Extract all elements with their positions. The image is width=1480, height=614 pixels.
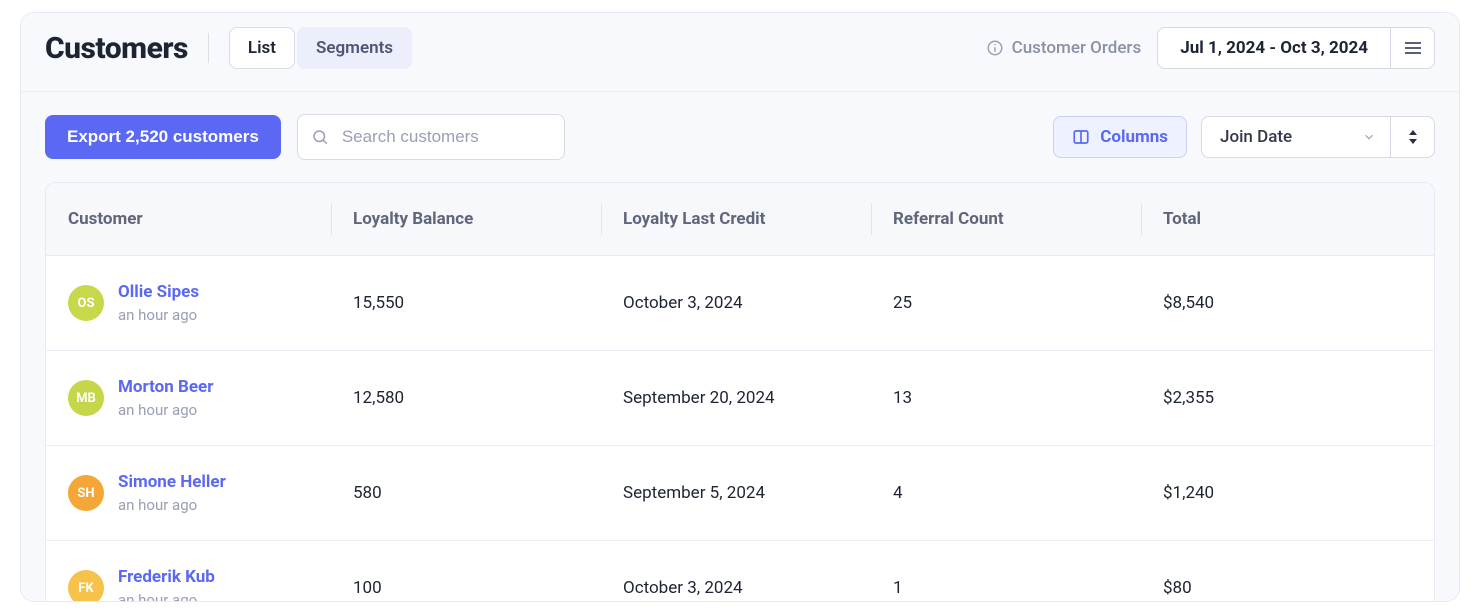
cell-loyalty-balance: 12,580 bbox=[331, 362, 601, 434]
columns-button[interactable]: Columns bbox=[1053, 116, 1187, 158]
table-row[interactable]: OS Ollie Sipes an hour ago 15,550October 3,… bbox=[46, 256, 1434, 351]
sort-icon bbox=[1407, 129, 1419, 145]
sort-direction-button[interactable] bbox=[1391, 116, 1435, 158]
sort-label: Join Date bbox=[1220, 127, 1292, 147]
avatar: FK bbox=[68, 570, 104, 602]
customer-orders-link[interactable]: Customer Orders bbox=[986, 38, 1142, 58]
columns-icon bbox=[1072, 128, 1090, 146]
cell-referral-count: 4 bbox=[871, 457, 1141, 529]
table-header: Customer Loyalty Balance Loyalty Last Cr… bbox=[46, 183, 1434, 256]
date-range-menu-button[interactable] bbox=[1391, 27, 1435, 69]
customer-name-link[interactable]: Simone Heller bbox=[118, 472, 226, 492]
cell-loyalty-last-credit: October 3, 2024 bbox=[601, 552, 871, 602]
search-input[interactable] bbox=[297, 114, 565, 160]
toolbar: Export 2,520 customers Columns Joi bbox=[21, 92, 1459, 182]
sort-select[interactable]: Join Date bbox=[1201, 116, 1391, 158]
cell-loyalty-balance: 580 bbox=[331, 457, 601, 529]
cell-total: $8,540 bbox=[1141, 267, 1434, 339]
columns-label: Columns bbox=[1100, 127, 1168, 147]
cell-loyalty-last-credit: September 20, 2024 bbox=[601, 362, 871, 434]
cell-referral-count: 13 bbox=[871, 362, 1141, 434]
tab-list[interactable]: List bbox=[229, 27, 295, 69]
table-row[interactable]: MB Morton Beer an hour ago 12,580September … bbox=[46, 351, 1434, 446]
sort-group: Join Date bbox=[1201, 116, 1435, 158]
tab-segments[interactable]: Segments bbox=[297, 27, 412, 69]
cell-customer: SH Simone Heller an hour ago bbox=[46, 446, 331, 540]
customer-subtext: an hour ago bbox=[118, 306, 199, 324]
table-row[interactable]: SH Simone Heller an hour ago 580September 5… bbox=[46, 446, 1434, 541]
customer-orders-label: Customer Orders bbox=[1012, 38, 1142, 58]
cell-referral-count: 1 bbox=[871, 552, 1141, 602]
cell-customer: MB Morton Beer an hour ago bbox=[46, 351, 331, 445]
avatar: MB bbox=[68, 380, 104, 416]
customer-subtext: an hour ago bbox=[118, 496, 226, 514]
avatar: OS bbox=[68, 285, 104, 321]
th-loyalty-balance[interactable]: Loyalty Balance bbox=[331, 183, 601, 255]
search-wrap bbox=[297, 114, 565, 160]
view-tabs: List Segments bbox=[229, 27, 412, 69]
customer-name-link[interactable]: Morton Beer bbox=[118, 377, 213, 397]
chevron-down-icon bbox=[1362, 130, 1376, 144]
cell-loyalty-balance: 100 bbox=[331, 552, 601, 602]
date-range-button[interactable]: Jul 1, 2024 - Oct 3, 2024 bbox=[1157, 27, 1391, 69]
cell-total: $2,355 bbox=[1141, 362, 1434, 434]
cell-loyalty-last-credit: October 3, 2024 bbox=[601, 267, 871, 339]
th-customer[interactable]: Customer bbox=[46, 183, 331, 255]
export-button[interactable]: Export 2,520 customers bbox=[45, 115, 281, 159]
table-body: OSOllie Sipesan hour ago15,550October 3,… bbox=[46, 256, 1434, 602]
th-loyalty-last-credit[interactable]: Loyalty Last Credit bbox=[601, 183, 871, 255]
menu-icon bbox=[1405, 42, 1421, 54]
cell-total: $80 bbox=[1141, 552, 1434, 602]
cell-referral-count: 25 bbox=[871, 267, 1141, 339]
toolbar-right: Columns Join Date bbox=[1053, 116, 1435, 158]
avatar: SH bbox=[68, 475, 104, 511]
customer-subtext: an hour ago bbox=[118, 591, 215, 602]
customers-table: Customer Loyalty Balance Loyalty Last Cr… bbox=[45, 182, 1435, 602]
cell-loyalty-balance: 15,550 bbox=[331, 267, 601, 339]
cell-customer: OS Ollie Sipes an hour ago bbox=[46, 256, 331, 350]
page-header: Customers List Segments Customer Orders … bbox=[21, 13, 1459, 92]
info-icon bbox=[986, 39, 1004, 57]
customers-page: Customers List Segments Customer Orders … bbox=[20, 12, 1460, 602]
page-title: Customers bbox=[45, 31, 188, 66]
customer-subtext: an hour ago bbox=[118, 401, 213, 419]
cell-customer: FK Frederik Kub an hour ago bbox=[46, 541, 331, 602]
divider bbox=[208, 33, 209, 63]
th-total[interactable]: Total bbox=[1141, 183, 1434, 255]
header-right: Customer Orders Jul 1, 2024 - Oct 3, 202… bbox=[986, 27, 1435, 69]
customer-name-link[interactable]: Ollie Sipes bbox=[118, 282, 199, 302]
th-referral-count[interactable]: Referral Count bbox=[871, 183, 1141, 255]
search-icon bbox=[311, 128, 329, 146]
cell-loyalty-last-credit: September 5, 2024 bbox=[601, 457, 871, 529]
cell-total: $1,240 bbox=[1141, 457, 1434, 529]
table-row[interactable]: FK Frederik Kub an hour ago 100October 3, 2… bbox=[46, 541, 1434, 602]
date-range-group: Jul 1, 2024 - Oct 3, 2024 bbox=[1157, 27, 1435, 69]
customer-name-link[interactable]: Frederik Kub bbox=[118, 567, 215, 587]
